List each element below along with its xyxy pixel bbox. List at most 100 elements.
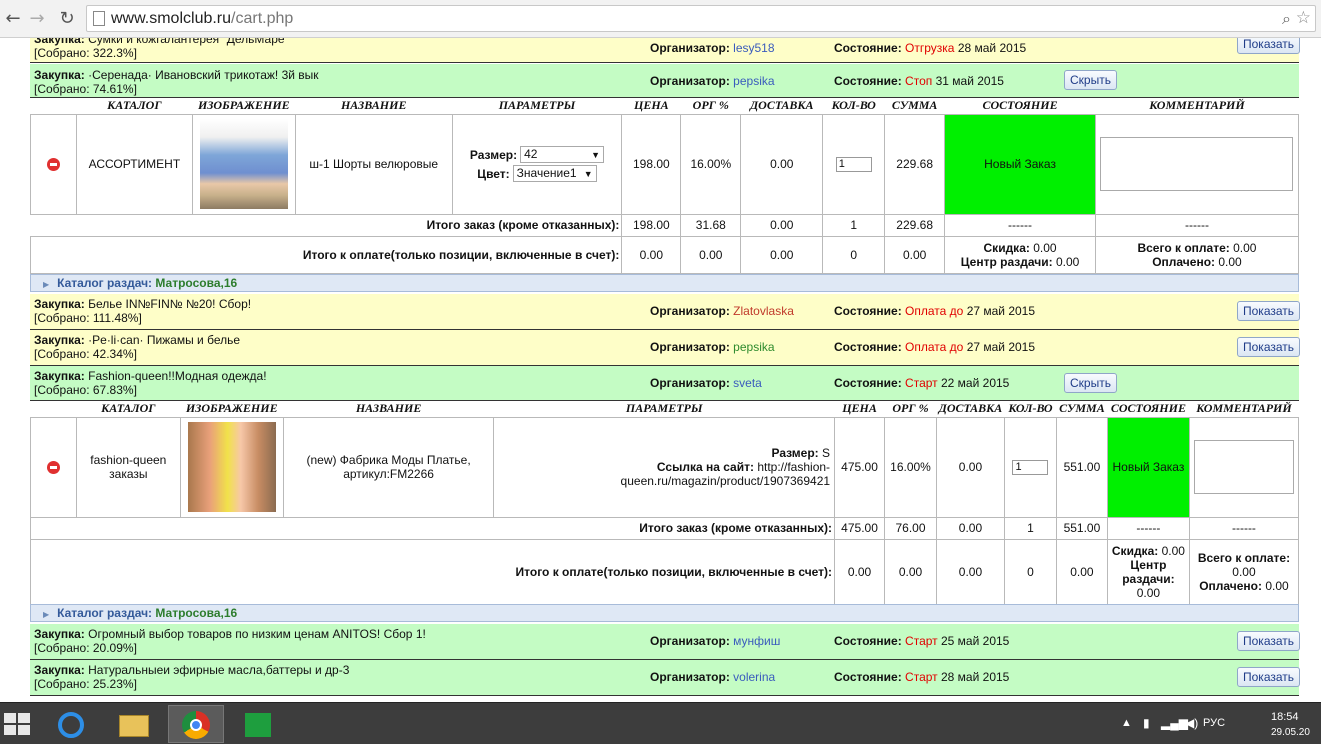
total-label: Итого заказ (кроме отказанных): [30, 213, 623, 237]
header-delivery: ДОСТАВКА [936, 401, 1005, 418]
purchase-row: Закупка: Сумки и кожгалантерея "ДельМаре… [30, 38, 1301, 63]
total-row: Итого заказ (кроме отказанных): 475.00 7… [29, 516, 1300, 540]
purchase-info: Закупка: ·Pe·li·can· Пижамы и белье [Собр… [34, 333, 241, 361]
organizer-link[interactable]: pepsika [733, 340, 774, 354]
header-sum: СУММА [884, 98, 945, 115]
purchase-info: Закупка: Натуральныеи эфирные масла,батт… [34, 663, 350, 691]
organizer: Организатор: pepsika [650, 340, 775, 354]
organizer-link[interactable]: lesy518 [733, 41, 774, 55]
order-table: КАТАЛОГ ИЗОБРАЖЕНИЕ НАЗВАНИЕ ПАРАМЕТРЫ Ц… [29, 98, 1300, 274]
pickup-catalog-row[interactable]: ▶ Каталог раздач: Матросова,16 [30, 604, 1299, 622]
expand-icon[interactable]: ▶ [43, 610, 49, 619]
sum-cell: 551.00 [1055, 416, 1108, 518]
org-cell: 16.00% [680, 113, 742, 215]
explorer-icon[interactable] [106, 705, 162, 743]
purchase-info: Закупка: Огромный выбор товаров по низки… [34, 627, 426, 655]
header-image: ИЗОБРАЖЕНИЕ [180, 401, 284, 418]
header-delivery: ДОСТАВКА [740, 98, 823, 115]
network-icon[interactable]: ▮ [1143, 716, 1150, 730]
show-button[interactable]: Показать [1237, 667, 1301, 687]
ie-icon[interactable] [44, 705, 100, 743]
organizer-link[interactable]: pepsika [733, 74, 774, 88]
delete-icon[interactable] [46, 461, 60, 475]
tray-arrow-icon[interactable]: ▲ [1121, 717, 1132, 729]
comment-textarea[interactable] [1193, 440, 1294, 494]
product-image[interactable] [187, 422, 276, 512]
expand-icon[interactable]: ▶ [43, 280, 49, 289]
purchase-info: Закупка: ·Серенада· Ивановский трикотаж!… [34, 68, 319, 96]
pickup-catalog-row[interactable]: ▶ Каталог раздач: Матросова,16 [30, 274, 1299, 292]
store-icon[interactable] [230, 705, 286, 743]
table-row: АССОРТИМЕНТ ш-1 Шорты велюровые Размер: 4… [30, 113, 1300, 215]
organizer: Организатор: Zlatovlaska [650, 304, 794, 318]
system-tray: ▲ ▮ ▂▄▆ ◀) РУС 18:54 29.05.20 [1121, 703, 1321, 744]
header-qty: КОЛ-ВО [822, 98, 885, 115]
catalog-cell: fashion-queen заказы [75, 416, 181, 518]
params-cell: Размер: S Ссылка на сайт: http://fashion… [493, 416, 836, 518]
page-icon [93, 11, 105, 26]
purchase-row: Закупка: Fashion-queen!!Модная одежда! [С… [30, 366, 1299, 401]
show-button[interactable]: Показать [1237, 337, 1301, 357]
zoom-icon[interactable]: ⌕ [1282, 9, 1291, 29]
organizer: Организатор: volerina [650, 670, 776, 684]
hide-button[interactable]: Скрыть [1064, 70, 1117, 90]
organizer: Организатор: lesy518 [650, 41, 775, 55]
header-price: ЦЕНА [834, 401, 885, 418]
header-params: ПАРАМЕТРЫ [452, 98, 622, 115]
clock-date[interactable]: 29.05.20 [1271, 727, 1310, 738]
header-catalog: КАТАЛОГ [76, 401, 181, 418]
reload-icon[interactable]: ↻ [56, 8, 78, 30]
pay-label: Итого к оплате(только позиции, включенны… [29, 235, 623, 274]
pay-label: Итого к оплате(только позиции, включенны… [29, 538, 836, 605]
color-select[interactable]: Значение1 [512, 165, 597, 182]
back-arrow-icon[interactable]: ← [2, 8, 24, 30]
size-select[interactable]: 42 [520, 146, 605, 163]
catalog-cell: АССОРТИМЕНТ [75, 113, 193, 215]
taskbar: ▲ ▮ ▂▄▆ ◀) РУС 18:54 29.05.20 [0, 702, 1321, 744]
show-button[interactable]: Показать [1237, 631, 1301, 651]
address-bar[interactable]: www.smolclub.ru/cart.php ⌕ ☆ [86, 5, 1316, 32]
delivery-cell: 0.00 [935, 416, 1005, 518]
bookmark-star-icon[interactable]: ☆ [1296, 8, 1311, 28]
signal-icon[interactable]: ▂▄▆ [1161, 716, 1188, 730]
quantity-input[interactable]: 1 [835, 156, 872, 172]
delivery-cell: 0.00 [740, 113, 824, 215]
hide-button[interactable]: Скрыть [1064, 373, 1117, 393]
comment-textarea[interactable] [1100, 137, 1294, 191]
purchase-state: Состояние: Старт 22 май 2015 [834, 376, 1010, 390]
organizer-link[interactable]: volerina [733, 670, 775, 684]
volume-icon[interactable]: ◀) [1185, 716, 1198, 730]
header-params: ПАРАМЕТРЫ [493, 401, 835, 418]
sum-cell: 229.68 [884, 113, 946, 215]
chrome-icon[interactable] [168, 705, 224, 743]
total-label: Итого заказ (кроме отказанных): [29, 516, 836, 540]
show-button[interactable]: Показать [1237, 38, 1301, 54]
show-button[interactable]: Показать [1237, 301, 1301, 321]
total-row: Итого заказ (кроме отказанных): 198.00 3… [30, 213, 1300, 237]
organizer: Организатор: pepsika [650, 74, 775, 88]
due-cell: Всего к оплате: 0.00 Оплачено: 0.00 [1188, 538, 1300, 605]
pay-row: Итого к оплате(только позиции, включенны… [29, 538, 1300, 605]
quantity-input[interactable]: 1 [1012, 459, 1049, 475]
purchase-state: Состояние: Стоп 31 май 2015 [834, 74, 1004, 88]
organizer-link[interactable]: sveta [733, 376, 762, 390]
organizer: Организатор: sveta [650, 376, 762, 390]
clock-time[interactable]: 18:54 [1271, 711, 1299, 723]
browser-toolbar: ← → ↻ www.smolclub.ru/cart.php ⌕ ☆ [0, 0, 1321, 38]
organizer-link[interactable]: мунфиш [733, 634, 780, 648]
start-icon[interactable] [4, 713, 30, 735]
url-text: www.smolclub.ru/cart.php [111, 10, 294, 27]
language-indicator[interactable]: РУС [1203, 717, 1225, 729]
delete-icon[interactable] [46, 158, 60, 172]
discount-cell: Скидка: 0.00 Центр раздачи: 0.00 [1106, 538, 1190, 605]
header-image: ИЗОБРАЖЕНИЕ [192, 98, 296, 115]
header-qty: КОЛ-ВО [1004, 401, 1057, 418]
forward-arrow-icon[interactable]: → [26, 8, 48, 30]
header-comment: КОММЕНТАРИЙ [1095, 98, 1299, 115]
product-image[interactable] [199, 119, 288, 209]
status-cell: Новый Заказ [944, 113, 1096, 215]
header-title: НАЗВАНИЕ [295, 98, 453, 115]
discount-cell: Скидка: 0.00 Центр раздачи: 0.00 [944, 235, 1096, 274]
page-content: Закупка: Сумки и кожгалантерея "ДельМаре… [0, 38, 1321, 702]
organizer-link[interactable]: Zlatovlaska [733, 304, 794, 318]
